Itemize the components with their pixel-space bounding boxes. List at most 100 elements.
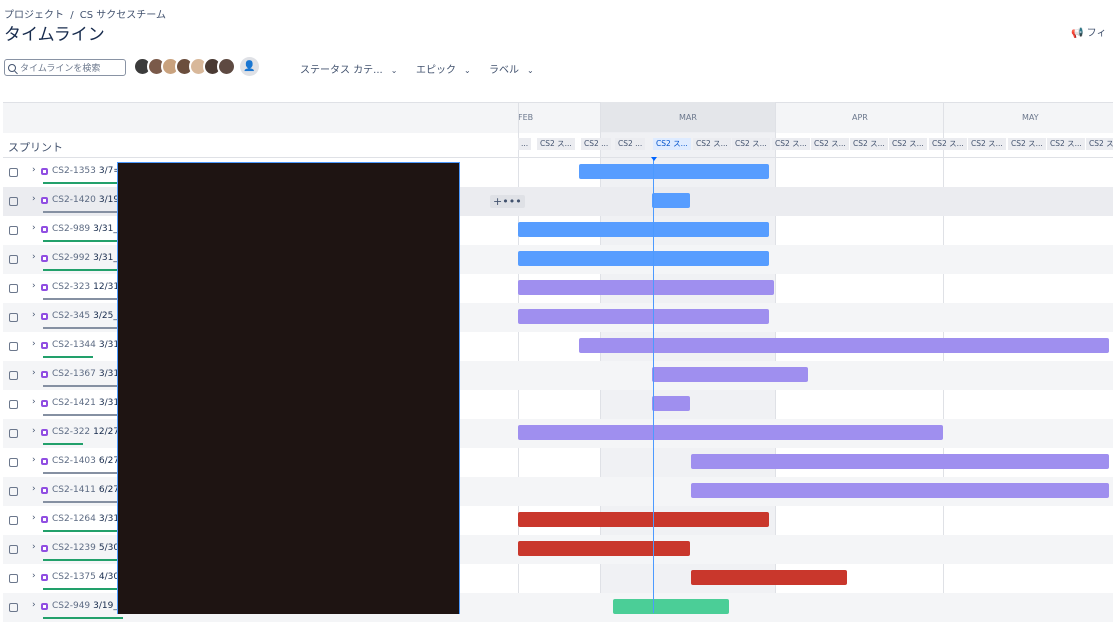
progress-bar xyxy=(43,501,123,503)
row-checkbox[interactable] xyxy=(9,574,18,583)
row-checkbox[interactable] xyxy=(9,545,18,554)
issue-key[interactable]: CS2-992 3/31_ xyxy=(52,253,118,263)
chevron-right-icon[interactable]: › xyxy=(32,194,36,204)
epic-icon xyxy=(41,545,48,552)
issue-key[interactable]: CS2-1264 3/31 xyxy=(52,514,119,524)
row-checkbox[interactable] xyxy=(9,197,18,206)
sprint-chip[interactable]: CS2 ス... xyxy=(1047,138,1085,150)
label-filter[interactable]: ラベル ⌄ xyxy=(489,61,534,76)
timeline-bar[interactable] xyxy=(652,396,690,411)
chevron-right-icon[interactable]: › xyxy=(32,165,36,175)
issue-key[interactable]: CS2-323 12/31 xyxy=(52,282,119,292)
timeline-bar[interactable] xyxy=(518,425,943,440)
timeline-bar[interactable] xyxy=(652,193,690,208)
timeline-bar[interactable] xyxy=(518,280,774,295)
month-apr: APR xyxy=(852,113,868,122)
chevron-right-icon[interactable]: › xyxy=(32,542,36,552)
issue-key[interactable]: CS2-1344 3/31 xyxy=(52,340,119,350)
chevron-right-icon[interactable]: › xyxy=(32,310,36,320)
search-input[interactable]: タイムラインを検索 xyxy=(4,59,126,76)
timeline-bar[interactable] xyxy=(579,164,769,179)
timeline-bar[interactable] xyxy=(518,541,690,556)
chevron-right-icon[interactable]: › xyxy=(32,455,36,465)
sprint-chip[interactable]: CS2 ... xyxy=(615,138,646,150)
row-checkbox[interactable] xyxy=(9,313,18,322)
row-checkbox[interactable] xyxy=(9,458,18,467)
timeline-bar[interactable] xyxy=(691,570,847,585)
more-actions-button[interactable]: +••• xyxy=(490,195,525,208)
chevron-right-icon[interactable]: › xyxy=(32,223,36,233)
timeline-bar[interactable] xyxy=(518,309,769,324)
sprint-chip[interactable]: CS2 ス... xyxy=(653,138,691,150)
issue-key[interactable]: CS2-1420 3/19_ xyxy=(52,195,124,205)
sprint-chip[interactable]: CS2 ス... xyxy=(889,138,927,150)
row-checkbox[interactable] xyxy=(9,516,18,525)
timeline-bar[interactable] xyxy=(518,512,769,527)
sprint-chip[interactable]: CS2 ス... xyxy=(850,138,888,150)
status-category-filter[interactable]: ステータス カテ... ⌄ xyxy=(300,61,397,76)
chevron-right-icon[interactable]: › xyxy=(32,513,36,523)
row-checkbox[interactable] xyxy=(9,487,18,496)
row-checkbox[interactable] xyxy=(9,284,18,293)
progress-bar xyxy=(43,269,123,271)
feedback-button[interactable]: 📢 フィ xyxy=(1071,24,1106,39)
timeline-bar[interactable] xyxy=(613,599,729,614)
row-checkbox[interactable] xyxy=(9,255,18,264)
issue-summary: 3/31_ xyxy=(93,253,118,263)
chevron-right-icon[interactable]: › xyxy=(32,339,36,349)
avatar[interactable] xyxy=(217,57,236,76)
chevron-right-icon[interactable]: › xyxy=(32,484,36,494)
chevron-right-icon[interactable]: › xyxy=(32,571,36,581)
chevron-right-icon[interactable]: › xyxy=(32,397,36,407)
epic-icon xyxy=(41,487,48,494)
issue-summary: 3/25_ xyxy=(93,311,118,321)
issue-key[interactable]: CS2-1375 4/30 xyxy=(52,572,119,582)
chevron-right-icon[interactable]: › xyxy=(32,600,36,610)
epic-icon xyxy=(41,574,48,581)
sprint-chip[interactable]: CS2 ス... xyxy=(929,138,967,150)
issue-key[interactable]: CS2-1421 3/31 xyxy=(52,398,119,408)
row-checkbox[interactable] xyxy=(9,168,18,177)
row-checkbox[interactable] xyxy=(9,371,18,380)
sprint-chip[interactable]: CS2 ス... xyxy=(772,138,810,150)
issue-key[interactable]: CS2-949 3/19_3 xyxy=(52,601,124,611)
add-people-button[interactable]: 👤 xyxy=(240,57,259,76)
timeline-bar[interactable] xyxy=(518,251,769,266)
sprint-chip[interactable]: CS2 ... xyxy=(581,138,612,150)
timeline-bar[interactable] xyxy=(518,222,769,237)
issue-key[interactable]: CS2-322 12/27 xyxy=(52,427,119,437)
row-checkbox[interactable] xyxy=(9,429,18,438)
sprint-chip[interactable]: CS2 ス... xyxy=(693,138,731,150)
timeline-bar[interactable] xyxy=(691,454,1109,469)
chevron-right-icon[interactable]: › xyxy=(32,426,36,436)
issue-key[interactable]: CS2-1367 3/31 xyxy=(52,369,119,379)
sprint-chip[interactable]: ... xyxy=(518,138,532,150)
sprint-chip[interactable]: CS2 ス... xyxy=(732,138,770,150)
row-checkbox[interactable] xyxy=(9,400,18,409)
row-checkbox[interactable] xyxy=(9,603,18,612)
issue-summary: 3/31_ xyxy=(93,224,118,234)
epic-icon xyxy=(41,313,48,320)
sprint-chip[interactable]: CS2 ス... xyxy=(537,138,575,150)
issue-key[interactable]: CS2-989 3/31_ xyxy=(52,224,118,234)
chevron-right-icon[interactable]: › xyxy=(32,281,36,291)
chevron-right-icon[interactable]: › xyxy=(32,368,36,378)
chevron-down-icon: ⌄ xyxy=(464,66,471,75)
sprint-chip[interactable]: CS2 ス... xyxy=(1008,138,1046,150)
issue-key[interactable]: CS2-1411 6/27 xyxy=(52,485,119,495)
timeline-bar[interactable] xyxy=(652,367,808,382)
epic-filter[interactable]: エピック ⌄ xyxy=(416,61,471,76)
timeline-bar[interactable] xyxy=(579,338,1109,353)
issue-summary: 12/31 xyxy=(93,282,120,292)
sprint-chip[interactable]: CS2 ス... xyxy=(968,138,1006,150)
sprint-chip[interactable]: CS2 ス... xyxy=(1086,138,1113,150)
issue-key[interactable]: CS2-1239 5/30 xyxy=(52,543,119,553)
issue-key[interactable]: CS2-345 3/25_ xyxy=(52,311,118,321)
sprint-chip[interactable]: CS2 ス... xyxy=(811,138,849,150)
timeline-bar[interactable] xyxy=(691,483,1109,498)
chevron-right-icon[interactable]: › xyxy=(32,252,36,262)
issue-key[interactable]: CS2-1403 6/27 xyxy=(52,456,119,466)
row-checkbox[interactable] xyxy=(9,342,18,351)
row-checkbox[interactable] xyxy=(9,226,18,235)
issue-key[interactable]: CS2-1353 3/7= xyxy=(52,166,121,176)
